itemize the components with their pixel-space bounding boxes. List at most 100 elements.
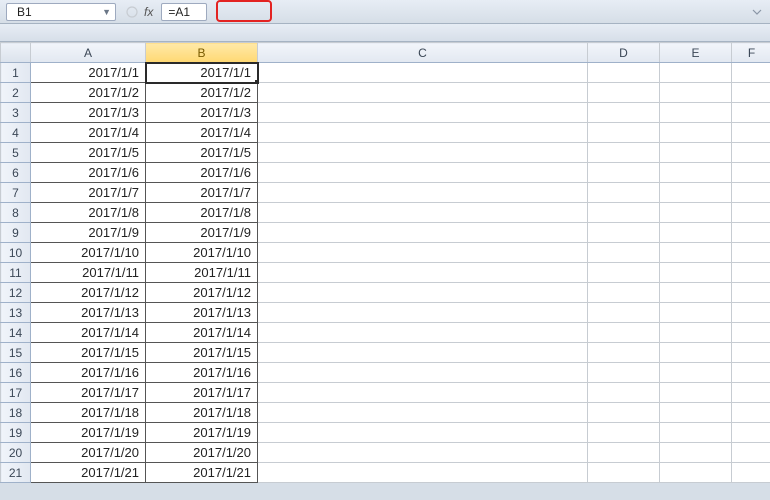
cell-E2[interactable] [660, 83, 732, 103]
cell-E10[interactable] [660, 243, 732, 263]
row-header[interactable]: 12 [1, 283, 31, 303]
cell-A7[interactable]: 2017/1/7 [31, 183, 146, 203]
select-all-corner[interactable] [1, 43, 31, 63]
cell-A10[interactable]: 2017/1/10 [31, 243, 146, 263]
column-header-E[interactable]: E [660, 43, 732, 63]
cell-A11[interactable]: 2017/1/11 [31, 263, 146, 283]
cell-D9[interactable] [588, 223, 660, 243]
cell-C9[interactable] [258, 223, 588, 243]
cell-F15[interactable] [732, 343, 770, 363]
cell-A13[interactable]: 2017/1/13 [31, 303, 146, 323]
cell-D14[interactable] [588, 323, 660, 343]
name-box[interactable]: B1 ▼ [6, 3, 116, 21]
cell-A17[interactable]: 2017/1/17 [31, 383, 146, 403]
cell-D1[interactable] [588, 63, 660, 83]
cell-B5[interactable]: 2017/1/5 [146, 143, 258, 163]
cell-C18[interactable] [258, 403, 588, 423]
cell-F11[interactable] [732, 263, 770, 283]
cell-B6[interactable]: 2017/1/6 [146, 163, 258, 183]
cell-D4[interactable] [588, 123, 660, 143]
cell-C11[interactable] [258, 263, 588, 283]
cell-C4[interactable] [258, 123, 588, 143]
cell-E5[interactable] [660, 143, 732, 163]
cell-D18[interactable] [588, 403, 660, 423]
cell-C8[interactable] [258, 203, 588, 223]
cell-D19[interactable] [588, 423, 660, 443]
cell-C21[interactable] [258, 463, 588, 483]
cell-B14[interactable]: 2017/1/14 [146, 323, 258, 343]
cell-C1[interactable] [258, 63, 588, 83]
cell-F18[interactable] [732, 403, 770, 423]
row-header[interactable]: 17 [1, 383, 31, 403]
cell-A19[interactable]: 2017/1/19 [31, 423, 146, 443]
cell-E4[interactable] [660, 123, 732, 143]
cell-C6[interactable] [258, 163, 588, 183]
column-header-F[interactable]: F [732, 43, 770, 63]
cell-A16[interactable]: 2017/1/16 [31, 363, 146, 383]
column-header-C[interactable]: C [258, 43, 588, 63]
cell-F19[interactable] [732, 423, 770, 443]
cell-B7[interactable]: 2017/1/7 [146, 183, 258, 203]
cell-B3[interactable]: 2017/1/3 [146, 103, 258, 123]
cell-A4[interactable]: 2017/1/4 [31, 123, 146, 143]
cell-A21[interactable]: 2017/1/21 [31, 463, 146, 483]
cell-D21[interactable] [588, 463, 660, 483]
cell-F12[interactable] [732, 283, 770, 303]
cell-C14[interactable] [258, 323, 588, 343]
cell-F20[interactable] [732, 443, 770, 463]
cell-B21[interactable]: 2017/1/21 [146, 463, 258, 483]
cell-E8[interactable] [660, 203, 732, 223]
cell-F16[interactable] [732, 363, 770, 383]
cell-E18[interactable] [660, 403, 732, 423]
cell-E14[interactable] [660, 323, 732, 343]
row-header[interactable]: 1 [1, 63, 31, 83]
cell-B1[interactable]: 2017/1/1 [146, 63, 258, 83]
row-header[interactable]: 16 [1, 363, 31, 383]
cell-C17[interactable] [258, 383, 588, 403]
column-header-A[interactable]: A [31, 43, 146, 63]
cell-B2[interactable]: 2017/1/2 [146, 83, 258, 103]
cell-E9[interactable] [660, 223, 732, 243]
cell-A20[interactable]: 2017/1/20 [31, 443, 146, 463]
cell-A5[interactable]: 2017/1/5 [31, 143, 146, 163]
cell-C13[interactable] [258, 303, 588, 323]
cell-B11[interactable]: 2017/1/11 [146, 263, 258, 283]
cell-F9[interactable] [732, 223, 770, 243]
cell-D20[interactable] [588, 443, 660, 463]
cell-A15[interactable]: 2017/1/15 [31, 343, 146, 363]
cell-F17[interactable] [732, 383, 770, 403]
row-header[interactable]: 13 [1, 303, 31, 323]
row-header[interactable]: 7 [1, 183, 31, 203]
column-header-D[interactable]: D [588, 43, 660, 63]
row-header[interactable]: 18 [1, 403, 31, 423]
cell-A2[interactable]: 2017/1/2 [31, 83, 146, 103]
cell-D15[interactable] [588, 343, 660, 363]
row-header[interactable]: 6 [1, 163, 31, 183]
cell-B18[interactable]: 2017/1/18 [146, 403, 258, 423]
cell-B4[interactable]: 2017/1/4 [146, 123, 258, 143]
chevron-down-icon[interactable]: ▼ [102, 7, 111, 17]
row-header[interactable]: 2 [1, 83, 31, 103]
cell-A3[interactable]: 2017/1/3 [31, 103, 146, 123]
cell-E19[interactable] [660, 423, 732, 443]
row-header[interactable]: 8 [1, 203, 31, 223]
row-header[interactable]: 9 [1, 223, 31, 243]
cell-B15[interactable]: 2017/1/15 [146, 343, 258, 363]
cell-C5[interactable] [258, 143, 588, 163]
cell-D17[interactable] [588, 383, 660, 403]
cell-B12[interactable]: 2017/1/12 [146, 283, 258, 303]
formula-input[interactable]: =A1 [161, 3, 207, 21]
cell-F14[interactable] [732, 323, 770, 343]
cell-A12[interactable]: 2017/1/12 [31, 283, 146, 303]
cell-F13[interactable] [732, 303, 770, 323]
cell-B9[interactable]: 2017/1/9 [146, 223, 258, 243]
cell-E3[interactable] [660, 103, 732, 123]
cell-A14[interactable]: 2017/1/14 [31, 323, 146, 343]
cell-E7[interactable] [660, 183, 732, 203]
cell-F7[interactable] [732, 183, 770, 203]
cell-D3[interactable] [588, 103, 660, 123]
cell-B17[interactable]: 2017/1/17 [146, 383, 258, 403]
cell-A9[interactable]: 2017/1/9 [31, 223, 146, 243]
cell-F6[interactable] [732, 163, 770, 183]
cell-D7[interactable] [588, 183, 660, 203]
